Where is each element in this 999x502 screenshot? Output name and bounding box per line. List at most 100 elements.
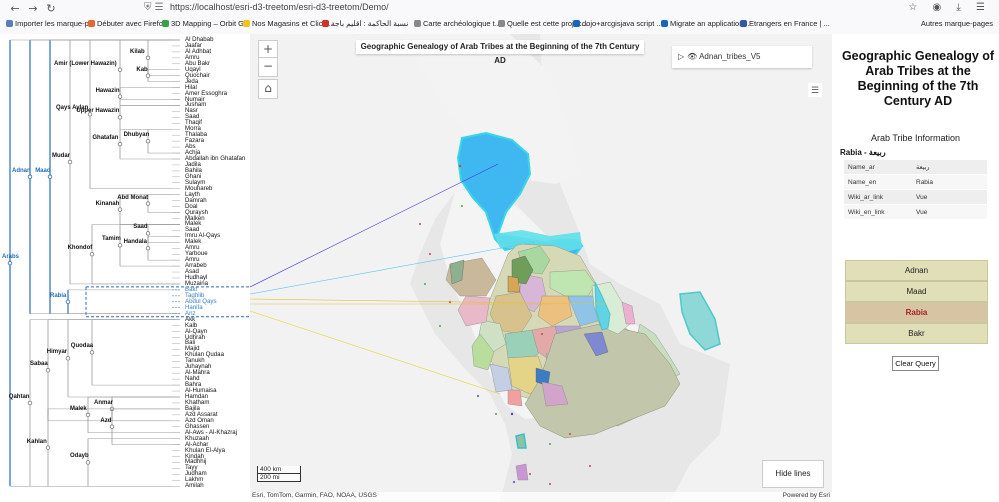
bookmark-label: 3D Mapping – Orbit GT: [171, 19, 249, 28]
forward-icon[interactable]: →: [26, 2, 40, 15]
bookmark-label: dojo+arcgisjava script ...: [582, 19, 663, 28]
bookmarks-bar: Importer les marque-p... Débuter avec Fir…: [0, 18, 999, 32]
bookmark-label: Importer les marque-p...: [15, 19, 96, 28]
lineage-button[interactable]: Maad: [845, 281, 988, 302]
clear-query-button[interactable]: Clear Query: [892, 356, 939, 371]
tree-node[interactable]: Saad: [133, 224, 147, 230]
reload-icon[interactable]: ↻: [44, 2, 58, 15]
bookmark-item[interactable]: نسبة الحاكمة : اقليم باجة: [322, 19, 408, 28]
bookmark-favicon-icon: [573, 20, 580, 27]
tree-node[interactable]: Malek: [70, 406, 87, 412]
expand-arrow-icon[interactable]: ▷: [678, 52, 684, 61]
bookmark-favicon-icon: [6, 20, 13, 27]
url-text[interactable]: https://localhost/esri-d3-treetom/esri-d…: [170, 2, 389, 12]
bookmark-label: Etrangers en France | ...: [749, 19, 830, 28]
selected-tribe-heading: Rabia - ربيعة: [840, 148, 886, 157]
attribute-value: ربيعة: [912, 160, 987, 175]
tree-leaf[interactable]: Amilah: [185, 483, 204, 489]
tree-node[interactable]: Anmar: [94, 400, 113, 406]
tree-node[interactable]: Himyar: [47, 349, 67, 355]
tree-node[interactable]: Odayb: [70, 453, 89, 459]
bookmark-item[interactable]: 3D Mapping – Orbit GT: [162, 19, 249, 28]
attribute-key: Wiki_en_link: [844, 204, 912, 220]
tree-node[interactable]: Abd Monat: [117, 195, 148, 201]
attribute-key: Wiki_ar_link: [844, 189, 912, 205]
tree-node[interactable]: Mudar: [52, 153, 70, 159]
attribute-key: Name_ar: [844, 160, 912, 175]
other-bookmarks[interactable]: Autres marque-pages: [921, 19, 993, 28]
attribute-value[interactable]: Vue: [912, 204, 987, 220]
info-panel: Geographic Genealogy of Arab Tribes at t…: [832, 34, 999, 502]
attribute-row: Name_ar ربيعة: [844, 160, 987, 175]
tree-node[interactable]: Qays Aylan: [56, 105, 88, 111]
bookmark-item[interactable]: Débuter avec Firefox: [88, 19, 167, 28]
map-geography[interactable]: [250, 34, 832, 502]
tree-node[interactable]: Qahtan: [9, 394, 30, 400]
panel-subtitle: Arab Tribe Information: [870, 133, 961, 143]
bookmark-item[interactable]: Importer les marque-p...: [6, 19, 95, 28]
tree-node[interactable]: Amir (Lower Hawazin): [54, 61, 117, 67]
bookmark-label: نسبة الحاكمة : اقليم باجة: [331, 19, 409, 28]
map-attribution: Esri, TomTom, Garmin, FAO, NOAA, USGS Po…: [250, 492, 832, 502]
tree-node[interactable]: Azd: [100, 418, 111, 424]
tree-node[interactable]: Kab: [136, 67, 147, 73]
attribute-value[interactable]: Vue: [912, 189, 987, 205]
map-view[interactable]: + − ⌂ Geographic Genealogy of Arab Tribe…: [250, 34, 832, 502]
hamburger-menu-icon[interactable]: ☰: [808, 83, 822, 97]
tree-node[interactable]: Handala: [124, 239, 147, 245]
layer-name: Adnan_tribes_V5: [699, 52, 761, 61]
tree-node[interactable]: Khondof: [68, 245, 93, 251]
lineage-button[interactable]: Bakr: [845, 323, 988, 344]
genealogy-tree: Al Dhabab Jaafar Al Adhbat Amru Abu Bakr Uqay…: [0, 34, 250, 502]
bookmark-label: Nos Magasins et Click...: [252, 19, 333, 28]
scale-bar: 400 km 200 mi: [257, 466, 301, 482]
bookmark-label: Carte archéologique t...: [423, 19, 501, 28]
layer-list[interactable]: ▷ 👁 Adnan_tribes_V5: [672, 46, 812, 68]
url-bar: ← → ↻ ⛨ ☰ https://localhost/esri-d3-tree…: [0, 0, 999, 16]
back-icon[interactable]: ←: [8, 2, 22, 15]
bookmark-favicon-icon: [243, 20, 250, 27]
bookmark-item[interactable]: Migrate an application...: [661, 19, 750, 28]
zoom-out-button[interactable]: −: [258, 57, 278, 77]
home-button[interactable]: ⌂: [258, 79, 278, 99]
attribute-table: Name_ar ربيعة Name_en Rabia Wiki_ar_link Vue W…: [844, 160, 987, 220]
bookmark-favicon-icon: [661, 20, 668, 27]
bookmark-item[interactable]: Carte archéologique t...: [414, 19, 501, 28]
tree-node[interactable]: Adnan: [12, 168, 31, 174]
tree-node[interactable]: Rabia: [50, 293, 66, 299]
tree-node[interactable]: Dhubyan: [124, 132, 150, 138]
attribute-row: Wiki_en_link Vue: [844, 204, 987, 220]
tree-node[interactable]: Quodaa: [71, 343, 93, 349]
tree-node[interactable]: Kilab: [130, 49, 145, 55]
powered-by-esri[interactable]: Powered by Esri: [783, 492, 830, 499]
tree-node[interactable]: Hawazin: [96, 88, 120, 94]
scale-km: 400 km: [257, 466, 301, 474]
page-info-icon[interactable]: ⛨ ☰: [144, 2, 164, 13]
bookmark-favicon-icon: [88, 20, 95, 27]
bookmark-item[interactable]: dojo+arcgisjava script ...: [573, 19, 663, 28]
tree-node[interactable]: Sabaa: [30, 361, 48, 367]
attribute-key: Name_en: [844, 174, 912, 190]
tree-node[interactable]: Ghatafan: [92, 135, 118, 141]
bookmark-favicon-icon: [162, 20, 169, 27]
panel-title: Geographic Genealogy of Arab Tribes at t…: [841, 49, 995, 108]
bookmark-item[interactable]: Etrangers en France | ...: [740, 19, 830, 28]
attribute-value: Rabia: [912, 174, 987, 190]
bookmark-favicon-icon: [414, 20, 421, 27]
lineage-button[interactable]: Rabia: [845, 302, 988, 323]
lineage-button[interactable]: Adnan: [845, 260, 988, 281]
bookmark-favicon-icon: [498, 20, 505, 27]
tree-node[interactable]: Arabs: [2, 254, 19, 260]
bookmark-label: Débuter avec Firefox: [97, 19, 167, 28]
hide-lines-button[interactable]: Hide lines: [762, 460, 824, 488]
toolbar-icons[interactable]: ☆ ◉ ⤓ ☰: [908, 2, 991, 13]
bookmark-favicon-icon: [322, 20, 329, 27]
tree-node[interactable]: Kahlan: [27, 439, 47, 445]
tree-node[interactable]: Kinanah: [96, 201, 120, 207]
bookmark-item[interactable]: Nos Magasins et Click...: [243, 19, 332, 28]
tree-node[interactable]: Maad: [35, 168, 50, 174]
bookmark-label: Migrate an application...: [670, 19, 750, 28]
tree-node[interactable]: Tamim: [102, 236, 121, 242]
visibility-eye-icon[interactable]: 👁: [687, 52, 697, 61]
attribution-text: Esri, TomTom, Garmin, FAO, NOAA, USGS: [252, 492, 377, 499]
